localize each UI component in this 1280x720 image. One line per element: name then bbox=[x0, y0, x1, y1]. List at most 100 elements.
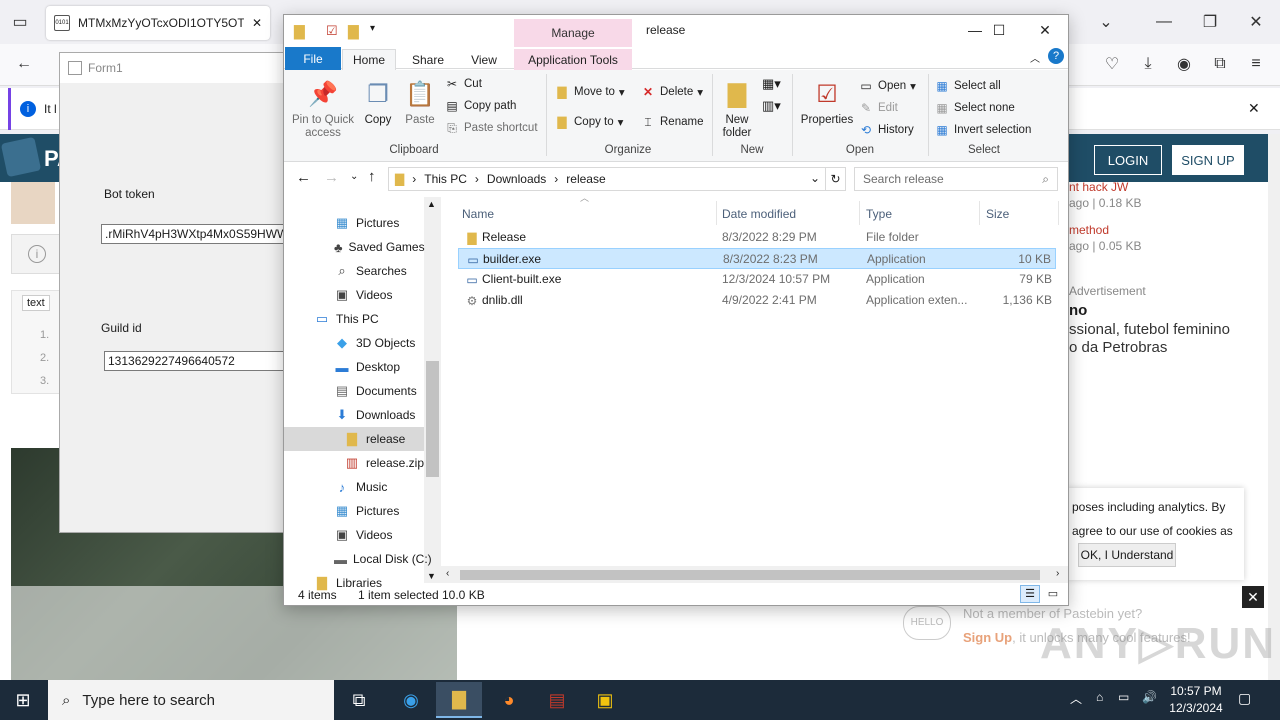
properties-button[interactable]: ☑ Properties bbox=[798, 78, 856, 127]
cut-button[interactable]: ✂ Cut bbox=[444, 74, 482, 94]
file-row[interactable]: ⚙ dnlib.dll 4/9/2022 2:41 PM Application ex… bbox=[458, 290, 1056, 311]
qat-dropdown-icon[interactable]: ▾ bbox=[370, 23, 375, 34]
easy-access-icon[interactable]: ▥▾ bbox=[762, 98, 781, 114]
new-folder-button[interactable]: ▇ New folder bbox=[718, 78, 756, 140]
scroll-left-icon[interactable]: ‹ bbox=[446, 568, 449, 579]
column-header-date[interactable]: Date modified bbox=[722, 203, 796, 225]
column-separator[interactable] bbox=[716, 201, 717, 225]
nav-item[interactable]: ♪ Music bbox=[284, 475, 424, 499]
nav-item[interactable]: ▤ Documents bbox=[284, 379, 424, 403]
breadcrumb-downloads[interactable]: Downloads bbox=[487, 172, 546, 186]
delete-button[interactable]: ✕ Delete ▾ bbox=[640, 82, 703, 102]
maximize-icon[interactable]: ☐ bbox=[976, 15, 1022, 45]
signup-prompt-link[interactable]: Sign Up bbox=[963, 630, 1012, 645]
tab-share[interactable]: Share bbox=[400, 49, 456, 70]
select-all-button[interactable]: ▦ Select all bbox=[934, 76, 1000, 96]
forward-arrow-icon[interactable]: → bbox=[324, 169, 339, 186]
manage-context-tab[interactable]: Manage bbox=[514, 19, 632, 47]
select-none-button[interactable]: ▦ Select none bbox=[934, 98, 1014, 118]
horizontal-scrollbar-thumb[interactable] bbox=[460, 570, 1040, 580]
help-icon[interactable]: ? bbox=[1048, 48, 1064, 64]
nav-item[interactable]: ▬ Local Disk (C:) bbox=[284, 547, 432, 571]
address-dropdown-icon[interactable]: ⌄ bbox=[810, 171, 820, 185]
nav-item[interactable]: ⌕ Searches bbox=[284, 259, 424, 283]
new-folder-qat-icon[interactable]: ▇ bbox=[348, 23, 359, 40]
paste-shortcut-button[interactable]: ⎘ Paste shortcut bbox=[444, 118, 537, 138]
guild-id-input[interactable]: 1313629227496640572 bbox=[104, 351, 289, 371]
close-prompt-icon[interactable]: ✕ bbox=[1242, 586, 1264, 608]
breadcrumb-this-pc[interactable]: This PC bbox=[424, 172, 467, 186]
column-header-name[interactable]: Name bbox=[462, 203, 494, 225]
pocket-icon[interactable]: ♡ bbox=[1098, 50, 1126, 78]
nav-scrollbar-thumb[interactable] bbox=[426, 361, 439, 477]
tab-view[interactable]: View bbox=[458, 49, 510, 70]
file-explorer-icon[interactable]: ▇ bbox=[436, 682, 482, 718]
form1-titlebar[interactable]: Form1 bbox=[60, 53, 288, 83]
wifi-icon[interactable]: ▭ bbox=[1118, 690, 1129, 704]
invert-selection-button[interactable]: ▦ Invert selection bbox=[934, 120, 1031, 140]
scroll-down-icon[interactable]: ▼ bbox=[427, 571, 436, 581]
volume-icon[interactable]: 🔊 bbox=[1142, 690, 1157, 704]
details-view-icon[interactable]: ☰ bbox=[1020, 585, 1040, 603]
rename-button[interactable]: ⌶ Rename bbox=[640, 112, 703, 132]
column-header-type[interactable]: Type bbox=[866, 203, 892, 225]
nav-item[interactable]: ▭ This PC bbox=[284, 307, 424, 331]
back-icon[interactable]: ← bbox=[10, 50, 38, 78]
column-separator[interactable] bbox=[979, 201, 980, 225]
browser-minimize-icon[interactable]: — bbox=[1150, 8, 1178, 36]
refresh-icon[interactable]: ↻ bbox=[826, 167, 846, 191]
cookie-accept-button[interactable]: OK, I Understand bbox=[1078, 543, 1176, 567]
column-header-size[interactable]: Size bbox=[986, 203, 1009, 225]
browser-tab[interactable]: 0101 MTMxMzYyOTcxODI1OTY5OTg ✕ bbox=[46, 6, 270, 40]
taskbar-search-input[interactable]: ⌕ Type here to search bbox=[48, 680, 334, 720]
extensions-icon[interactable]: ⧉ bbox=[1206, 50, 1234, 78]
nav-item[interactable]: ▣ Videos bbox=[284, 283, 424, 307]
pin-quick-access-button[interactable]: 📌 Pin to Quick access bbox=[290, 78, 356, 140]
signup-button[interactable]: SIGN UP bbox=[1172, 145, 1244, 175]
address-bar[interactable]: ▇ › This PC › Downloads › release bbox=[388, 167, 826, 191]
system-clock[interactable]: 10:57 PM 12/3/2024 bbox=[1164, 683, 1228, 717]
edit-button[interactable]: ✎ Edit bbox=[858, 98, 898, 118]
browser-close-icon[interactable]: ✕ bbox=[1242, 8, 1270, 36]
show-hidden-icons-icon[interactable]: ︿ bbox=[1070, 690, 1082, 707]
nav-item[interactable]: ♣ Saved Games bbox=[284, 235, 425, 259]
column-separator[interactable] bbox=[859, 201, 860, 225]
scroll-up-icon[interactable]: ▲ bbox=[427, 199, 436, 209]
nav-item[interactable]: ▦ Pictures bbox=[284, 211, 424, 235]
close-tab-icon[interactable]: ✕ bbox=[252, 16, 262, 30]
start-windows-icon[interactable]: ⊞ bbox=[0, 682, 46, 718]
tab-application-tools[interactable]: Application Tools bbox=[514, 49, 632, 70]
properties-qat-icon[interactable]: ☑ bbox=[326, 23, 338, 39]
nav-item[interactable]: ▦ Pictures bbox=[284, 499, 424, 523]
up-arrow-icon[interactable]: ↑ bbox=[368, 168, 376, 185]
copy-to-button[interactable]: ▇ Copy to ▾ bbox=[554, 112, 623, 132]
move-to-button[interactable]: ▇ Move to ▾ bbox=[554, 82, 624, 102]
tab-home[interactable]: Home bbox=[342, 49, 396, 70]
nav-item[interactable]: ▬ Desktop bbox=[284, 355, 424, 379]
firefox-icon[interactable]: ◕ bbox=[486, 682, 532, 718]
recent-paste-link[interactable]: method bbox=[1069, 223, 1109, 237]
notifications-icon[interactable]: ▢ bbox=[1238, 690, 1251, 707]
account-icon[interactable]: ◉ bbox=[1170, 50, 1198, 78]
open-button[interactable]: ▭ Open ▾ bbox=[858, 76, 916, 96]
notice-close-icon[interactable]: ✕ bbox=[1248, 100, 1260, 117]
scroll-right-icon[interactable]: › bbox=[1056, 568, 1059, 579]
column-separator[interactable] bbox=[1058, 201, 1059, 225]
ribbon-collapse-icon[interactable]: ︿ bbox=[1030, 50, 1040, 65]
menu-icon[interactable]: ≡ bbox=[1242, 50, 1270, 78]
recent-locations-icon[interactable]: ⌄ bbox=[350, 171, 358, 182]
browser-restore-icon[interactable]: ❐ bbox=[1196, 8, 1224, 36]
nav-item[interactable]: ▣ Videos bbox=[284, 523, 424, 547]
task-view-icon[interactable]: ⧉ bbox=[336, 682, 382, 718]
login-button[interactable]: LOGIN bbox=[1094, 145, 1162, 175]
copy-path-button[interactable]: ▤ Copy path bbox=[444, 96, 516, 116]
bot-token-input[interactable]: .rMiRhV4pH3WXtp4Mx0S59HWWY0 bbox=[101, 224, 289, 244]
nav-item[interactable]: ◆ 3D Objects bbox=[284, 331, 424, 355]
page-scrollbar[interactable] bbox=[1268, 134, 1280, 680]
close-icon[interactable]: ✕ bbox=[1022, 15, 1068, 45]
network-icon[interactable]: ⌂ bbox=[1096, 690, 1103, 704]
back-arrow-icon[interactable]: ← bbox=[296, 169, 311, 186]
form-app-taskbar-icon[interactable]: ▣ bbox=[582, 682, 628, 718]
edge-icon[interactable]: ◉ bbox=[388, 682, 434, 718]
tab-list-icon[interactable]: ▭ bbox=[6, 8, 34, 36]
